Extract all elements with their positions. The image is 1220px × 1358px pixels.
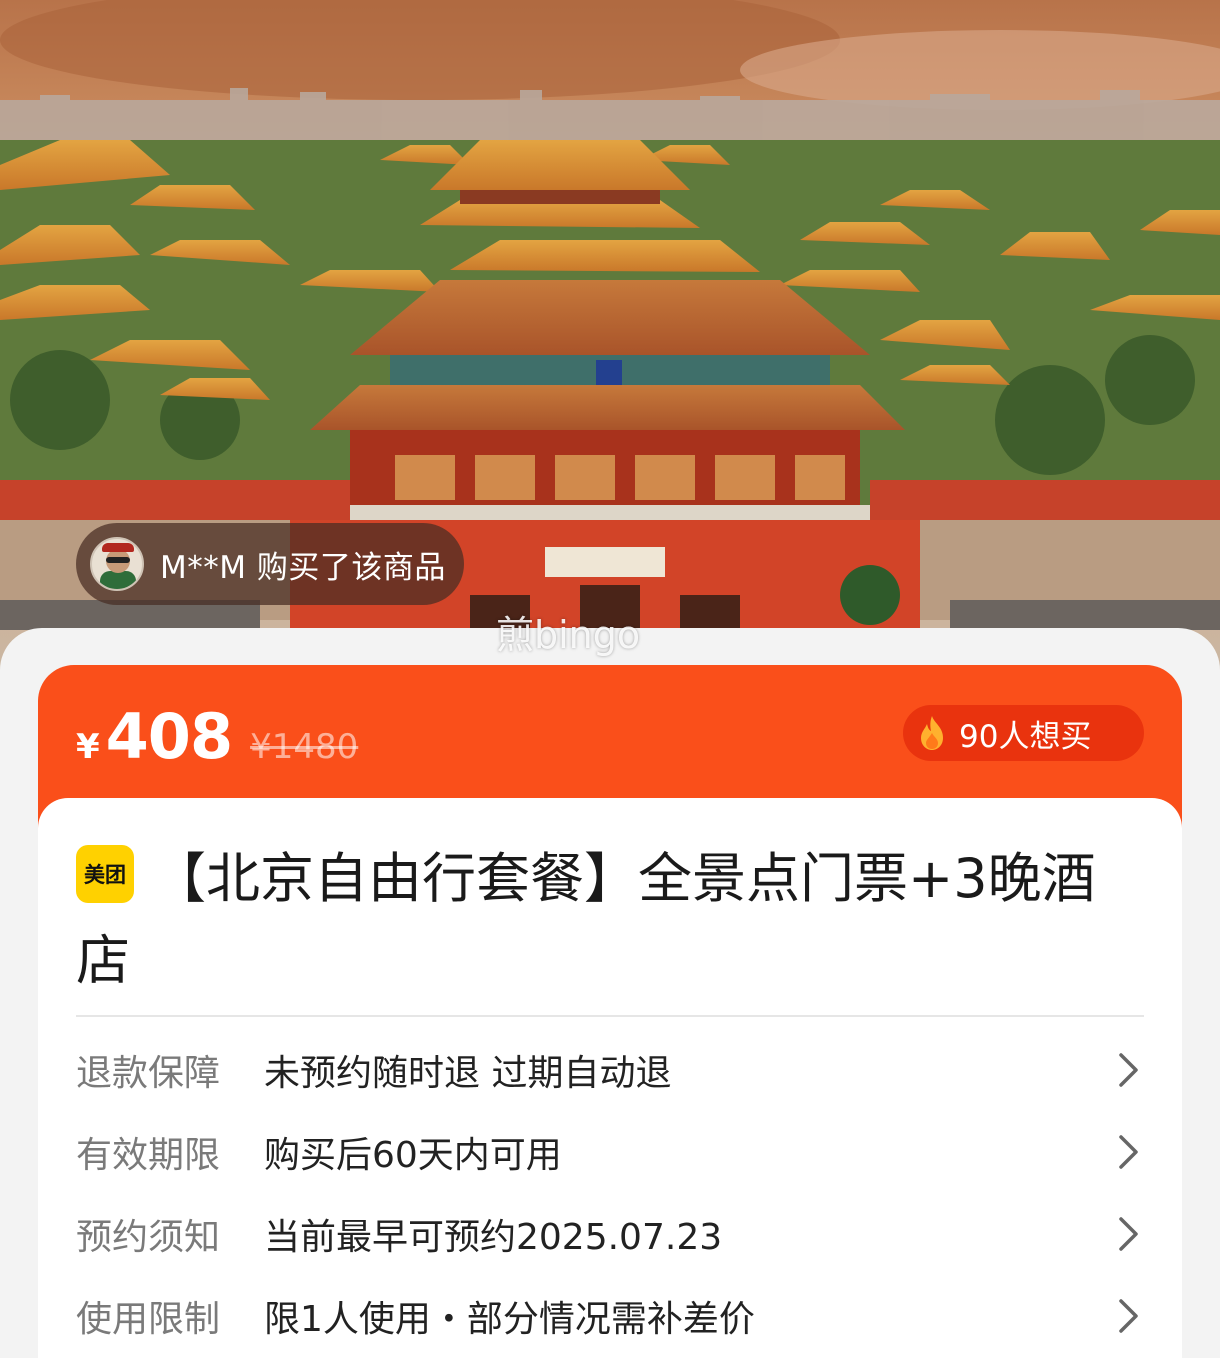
divider <box>76 1015 1144 1017</box>
info-label: 有效期限 <box>76 1135 221 1176</box>
chevron-right-icon <box>1114 1296 1144 1336</box>
chevron-right-icon <box>1114 1050 1144 1090</box>
fire-icon <box>921 716 943 750</box>
info-row-booking[interactable]: 预约须知 当前最早可预约2025.07.23 <box>76 1204 1144 1264</box>
info-label: 使用限制 <box>76 1299 221 1340</box>
info-value: 未预约随时退 过期自动退 <box>264 1053 672 1094</box>
chevron-right-icon <box>1114 1132 1144 1172</box>
info-row-refund[interactable]: 退款保障 未预约随时退 过期自动退 <box>76 1040 1144 1100</box>
want-to-buy-text: 90人想买 <box>959 718 1092 755</box>
info-label: 预约须知 <box>76 1217 221 1258</box>
currency-symbol: ¥ <box>76 727 100 767</box>
product-title: 【北京自由行套餐】全景点门票+3晚酒店 <box>76 847 1096 992</box>
watermark: 煎bingo <box>496 613 641 657</box>
want-to-buy-badge: 90人想买 <box>903 705 1144 761</box>
buyer-avatar <box>90 537 144 591</box>
info-row-validity[interactable]: 有效期限 购买后60天内可用 <box>76 1122 1144 1182</box>
info-value: 限1人使用・部分情况需补差价 <box>264 1299 755 1340</box>
recent-buyer-notice: M**M 购买了该商品 <box>76 523 464 605</box>
chevron-right-icon <box>1114 1214 1144 1254</box>
info-value: 当前最早可预约2025.07.23 <box>264 1217 723 1258</box>
info-value: 购买后60天内可用 <box>264 1135 562 1176</box>
info-row-usage-limit[interactable]: 使用限制 限1人使用・部分情况需补差价 <box>76 1286 1144 1346</box>
buyer-notice-text: M**M 购买了该商品 <box>160 549 446 586</box>
price-row: ¥ 408 ¥1480 <box>76 700 359 773</box>
info-label: 退款保障 <box>76 1053 221 1094</box>
current-price: 408 <box>105 700 233 773</box>
product-detail-page: M**M 购买了该商品 煎bingo ¥ 408 ¥1480 90人想买 美团 … <box>0 0 1220 1358</box>
original-price: ¥1480 <box>250 727 359 767</box>
